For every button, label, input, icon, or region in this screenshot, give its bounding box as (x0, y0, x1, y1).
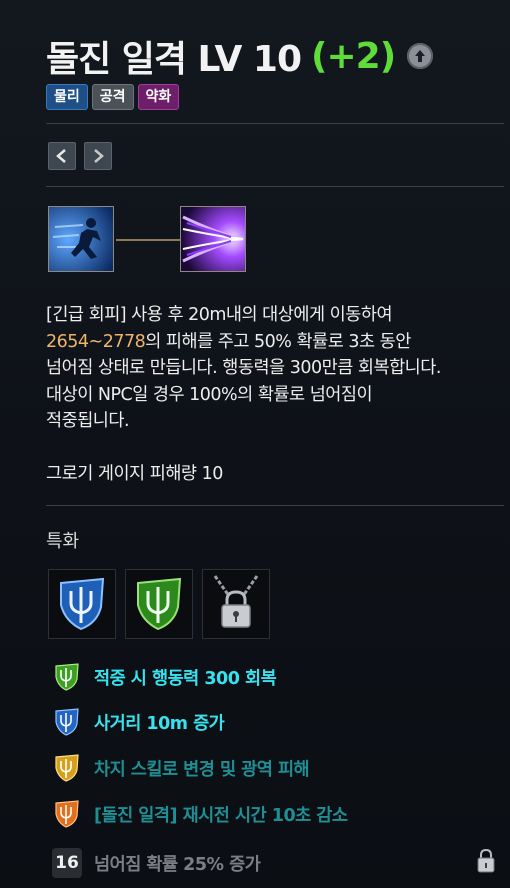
tag-weaken: 약화 (137, 84, 180, 110)
chevron-left-icon (56, 149, 66, 163)
description-line: 2654~2778의 피해를 주고 50% 확률로 3초 동안 (46, 331, 411, 352)
tag-attack: 공격 (91, 84, 134, 110)
skill-description: [긴급 회피] 사용 후 20m내의 대상에게 이동하여 2654~2778의 … (46, 302, 510, 435)
damage-range: 2654~2778 (46, 331, 146, 352)
skill-tags: 물리 공격 약화 (46, 84, 180, 110)
tag-physical: 물리 (46, 84, 88, 110)
specialization-effect: 적중 시 행동력 300 회복 (52, 660, 277, 694)
title-row: 돌진 일격 LV 10 (+2) (46, 30, 434, 82)
skill-tooltip: 돌진 일격 LV 10 (+2) 물리 공격 약화 [긴급 회피] 사용 후 2… (0, 0, 510, 888)
specialization-title: 특화 (46, 531, 80, 552)
description-line: 대상이 NPC일 경우 100%의 확률로 넘어짐이 (46, 384, 373, 405)
green-trident-shield-icon (137, 577, 182, 631)
charge-strike-skill-icon[interactable] (180, 206, 246, 272)
specialization-effect: 넘어짐 확률 25% 증가 (82, 846, 261, 880)
padlock-icon (476, 848, 496, 878)
blue-specialization-slot[interactable] (48, 569, 116, 639)
description-line: [긴급 회피] 사용 후 20m내의 대상에게 이동하여 (46, 305, 393, 325)
blue-trident-shield-icon (60, 577, 105, 631)
blue-trident-shield-icon (52, 706, 82, 738)
groggy-gauge-damage: 그로기 게이지 피해량 10 (46, 464, 223, 484)
specialization-effect-text: [돌진 일격] 재시전 시간 10초 감소 (94, 805, 348, 826)
specialization-effect: 차지 스킬로 변경 및 광역 피해 (52, 751, 310, 785)
prev-button[interactable] (48, 142, 76, 170)
locked-level-badge: 16 (52, 848, 82, 878)
chevron-right-icon (94, 149, 104, 163)
upgrade-arrow-icon[interactable] (407, 43, 434, 69)
skill-link-line (116, 239, 180, 241)
description-line: 넘어짐 상태로 만듭니다. 행동력을 300만큼 회복합니다. (46, 358, 441, 378)
skill-title: 돌진 일격 LV 10 (46, 39, 302, 80)
divider (46, 505, 504, 506)
divider (46, 123, 504, 124)
specialization-effect-text: 적중 시 행동력 300 회복 (94, 668, 277, 689)
orange-trident-shield-icon (52, 798, 82, 830)
emergency-dodge-skill-icon[interactable] (48, 206, 114, 272)
specialization-effect: [돌진 일격] 재시전 시간 10초 감소 (52, 797, 348, 831)
locked-specialization-slot[interactable] (202, 569, 270, 639)
next-button[interactable] (84, 142, 112, 170)
description-line: 적중됩니다. (46, 411, 130, 431)
specialization-effect-text: 넘어짐 확률 25% 증가 (94, 854, 261, 875)
skill-bonus-level: (+2) (311, 35, 396, 77)
specialization-effect-text: 사거리 10m 증가 (94, 713, 225, 734)
padlock-chain-icon (213, 575, 259, 628)
divider (46, 186, 504, 187)
specialization-effect: 사거리 10m 증가 (52, 705, 225, 739)
green-specialization-slot[interactable] (125, 569, 193, 639)
green-trident-shield-icon (52, 661, 82, 693)
gold-trident-shield-icon (52, 752, 82, 784)
specialization-effect-text: 차지 스킬로 변경 및 광역 피해 (94, 759, 310, 780)
